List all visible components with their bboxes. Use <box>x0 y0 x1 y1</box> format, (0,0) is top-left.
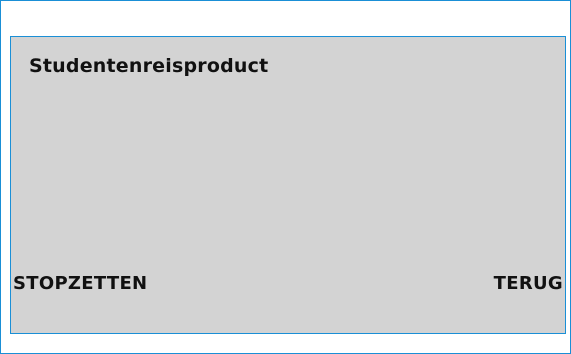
dialog-panel: Studentenreisproduct STOPZETTEN TERUG <box>10 36 566 334</box>
device-screen: Studentenreisproduct STOPZETTEN TERUG <box>0 0 571 354</box>
dialog-title: Studentenreisproduct <box>29 55 269 77</box>
back-button[interactable]: TERUG <box>494 273 563 294</box>
stop-button[interactable]: STOPZETTEN <box>13 273 147 294</box>
